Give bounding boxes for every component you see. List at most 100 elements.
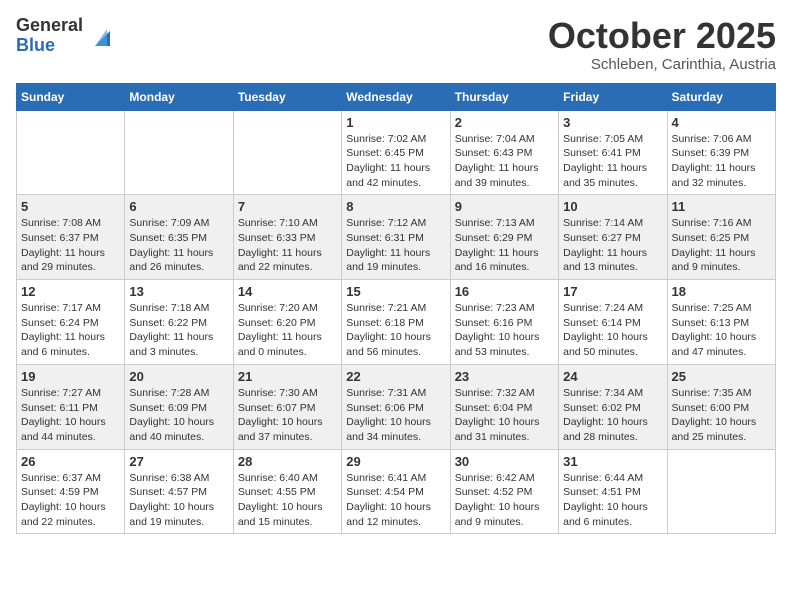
day-number: 9 [455,199,554,214]
calendar-cell: 7Sunrise: 7:10 AMSunset: 6:33 PMDaylight… [233,195,341,280]
calendar-cell: 19Sunrise: 7:27 AMSunset: 6:11 PMDayligh… [17,364,125,449]
calendar-table: SundayMondayTuesdayWednesdayThursdayFrid… [16,83,776,535]
day-info: Sunrise: 7:23 AMSunset: 6:16 PMDaylight:… [455,301,554,360]
calendar-cell: 30 Sunrise: 6:42 AMSunset: 4:52 PMDayligh… [450,449,558,534]
day-number: 29 [346,454,445,469]
calendar-cell: 9 Sunrise: 7:13 AMSunset: 6:29 PMDaylight… [450,195,558,280]
day-number: 3 [563,115,662,130]
calendar-cell: 15Sunrise: 7:21 AMSunset: 6:18 PMDayligh… [342,280,450,365]
page-header: General Blue October 2025 Schleben, Cari… [16,16,776,73]
calendar-cell: 23 Sunrise: 7:32 AMSunset: 6:04 PMDayligh… [450,364,558,449]
location-subtitle: Schleben, Carinthia, Austria [548,56,776,73]
day-info: Sunrise: 7:30 AMSunset: 6:07 PMDaylight:… [238,386,337,445]
day-info: Sunrise: 7:17 AMSunset: 6:24 PMDaylight:… [21,301,120,360]
day-number: 2 [455,115,554,130]
day-header-wednesday: Wednesday [342,83,450,110]
day-number: 4 [672,115,771,130]
calendar-cell: 22Sunrise: 7:31 AMSunset: 6:06 PMDayligh… [342,364,450,449]
day-info: Sunrise: 7:31 AMSunset: 6:06 PMDaylight:… [346,386,445,445]
day-number: 28 [238,454,337,469]
calendar-cell [125,110,233,195]
day-number: 17 [563,284,662,299]
calendar-cell: 13 Sunrise: 7:18 AMSunset: 6:22 PMDayligh… [125,280,233,365]
day-info: Sunrise: 6:44 AMSunset: 4:51 PMDaylight:… [563,471,662,530]
day-number: 12 [21,284,120,299]
day-header-saturday: Saturday [667,83,775,110]
calendar-cell [667,449,775,534]
calendar-cell [17,110,125,195]
logo: General Blue [16,16,115,56]
day-info: Sunrise: 7:02 AMSunset: 6:45 PMDaylight:… [346,132,445,191]
day-number: 5 [21,199,120,214]
day-number: 15 [346,284,445,299]
day-number: 18 [672,284,771,299]
day-info: Sunrise: 7:34 AMSunset: 6:02 PMDaylight:… [563,386,662,445]
calendar-week-row: 5 Sunrise: 7:08 AMSunset: 6:37 PMDaylight… [17,195,776,280]
calendar-cell: 28 Sunrise: 6:40 AMSunset: 4:55 PMDayligh… [233,449,341,534]
day-header-sunday: Sunday [17,83,125,110]
day-header-tuesday: Tuesday [233,83,341,110]
day-number: 30 [455,454,554,469]
calendar-week-row: 19Sunrise: 7:27 AMSunset: 6:11 PMDayligh… [17,364,776,449]
day-info: Sunrise: 7:08 AMSunset: 6:37 PMDaylight:… [21,216,120,275]
day-info: Sunrise: 6:42 AMSunset: 4:52 PMDaylight:… [455,471,554,530]
calendar-cell: 10Sunrise: 7:14 AMSunset: 6:27 PMDayligh… [559,195,667,280]
day-number: 8 [346,199,445,214]
day-header-thursday: Thursday [450,83,558,110]
calendar-cell: 25 Sunrise: 7:35 AMSunset: 6:00 PMDayligh… [667,364,775,449]
day-header-friday: Friday [559,83,667,110]
day-info: Sunrise: 6:41 AMSunset: 4:54 PMDaylight:… [346,471,445,530]
day-info: Sunrise: 7:25 AMSunset: 6:13 PMDaylight:… [672,301,771,360]
calendar-week-row: 12 Sunrise: 7:17 AMSunset: 6:24 PMDayligh… [17,280,776,365]
calendar-cell: 14 Sunrise: 7:20 AMSunset: 6:20 PMDayligh… [233,280,341,365]
calendar-cell: 2 Sunrise: 7:04 AMSunset: 6:43 PMDaylight… [450,110,558,195]
calendar-cell: 4Sunrise: 7:06 AMSunset: 6:39 PMDaylight… [667,110,775,195]
calendar-cell: 26Sunrise: 6:37 AMSunset: 4:59 PMDayligh… [17,449,125,534]
calendar-cell: 8 Sunrise: 7:12 AMSunset: 6:31 PMDaylight… [342,195,450,280]
calendar-cell: 31 Sunrise: 6:44 AMSunset: 4:51 PMDayligh… [559,449,667,534]
calendar-cell [233,110,341,195]
day-info: Sunrise: 7:16 AMSunset: 6:25 PMDaylight:… [672,216,771,275]
calendar-cell: 3 Sunrise: 7:05 AMSunset: 6:41 PMDaylight… [559,110,667,195]
day-info: Sunrise: 7:13 AMSunset: 6:29 PMDaylight:… [455,216,554,275]
title-block: October 2025 Schleben, Carinthia, Austri… [548,16,776,73]
calendar-cell: 12 Sunrise: 7:17 AMSunset: 6:24 PMDayligh… [17,280,125,365]
day-number: 10 [563,199,662,214]
day-info: Sunrise: 7:18 AMSunset: 6:22 PMDaylight:… [129,301,228,360]
day-number: 21 [238,369,337,384]
month-title: October 2025 [548,16,776,56]
day-number: 26 [21,454,120,469]
day-number: 24 [563,369,662,384]
calendar-cell: 16Sunrise: 7:23 AMSunset: 6:16 PMDayligh… [450,280,558,365]
calendar-cell: 1 Sunrise: 7:02 AMSunset: 6:45 PMDaylight… [342,110,450,195]
day-number: 11 [672,199,771,214]
calendar-cell: 20Sunrise: 7:28 AMSunset: 6:09 PMDayligh… [125,364,233,449]
day-number: 1 [346,115,445,130]
calendar-week-row: 26Sunrise: 6:37 AMSunset: 4:59 PMDayligh… [17,449,776,534]
calendar-cell: 5 Sunrise: 7:08 AMSunset: 6:37 PMDaylight… [17,195,125,280]
calendar-cell: 29 Sunrise: 6:41 AMSunset: 4:54 PMDayligh… [342,449,450,534]
day-number: 25 [672,369,771,384]
day-info: Sunrise: 6:40 AMSunset: 4:55 PMDaylight:… [238,471,337,530]
calendar-cell: 24 Sunrise: 7:34 AMSunset: 6:02 PMDayligh… [559,364,667,449]
logo-icon [85,21,115,51]
calendar-cell: 18 Sunrise: 7:25 AMSunset: 6:13 PMDayligh… [667,280,775,365]
logo-general: General [16,16,83,36]
calendar-week-row: 1 Sunrise: 7:02 AMSunset: 6:45 PMDaylight… [17,110,776,195]
day-info: Sunrise: 7:20 AMSunset: 6:20 PMDaylight:… [238,301,337,360]
day-info: Sunrise: 7:32 AMSunset: 6:04 PMDaylight:… [455,386,554,445]
day-info: Sunrise: 7:35 AMSunset: 6:00 PMDaylight:… [672,386,771,445]
day-info: Sunrise: 7:12 AMSunset: 6:31 PMDaylight:… [346,216,445,275]
day-info: Sunrise: 7:04 AMSunset: 6:43 PMDaylight:… [455,132,554,191]
day-number: 7 [238,199,337,214]
day-info: Sunrise: 7:05 AMSunset: 6:41 PMDaylight:… [563,132,662,191]
calendar-cell: 21 Sunrise: 7:30 AMSunset: 6:07 PMDayligh… [233,364,341,449]
day-number: 23 [455,369,554,384]
day-number: 31 [563,454,662,469]
day-number: 13 [129,284,228,299]
calendar-cell: 11 Sunrise: 7:16 AMSunset: 6:25 PMDayligh… [667,195,775,280]
day-info: Sunrise: 7:27 AMSunset: 6:11 PMDaylight:… [21,386,120,445]
day-info: Sunrise: 6:38 AMSunset: 4:57 PMDaylight:… [129,471,228,530]
calendar-cell: 27Sunrise: 6:38 AMSunset: 4:57 PMDayligh… [125,449,233,534]
day-number: 14 [238,284,337,299]
